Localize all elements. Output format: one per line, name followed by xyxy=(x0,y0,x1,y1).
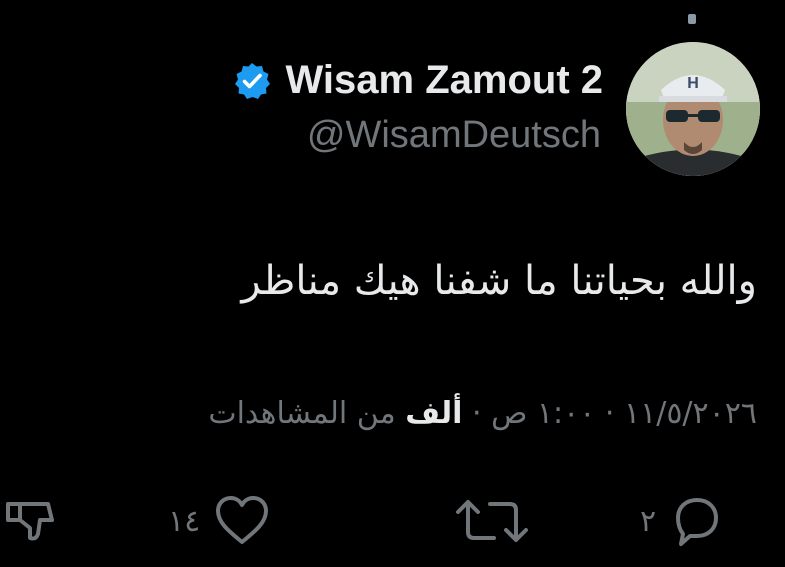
tweet-text: والله بحياتنا ما شفنا هيك مناظر xyxy=(241,258,757,304)
reply-button[interactable]: ٢ xyxy=(640,490,728,552)
reply-count: ٢ xyxy=(640,503,657,539)
retweet-button[interactable] xyxy=(452,490,532,552)
svg-text:H: H xyxy=(687,75,699,92)
share-icon xyxy=(0,490,60,552)
share-button[interactable] xyxy=(0,490,60,552)
heart-icon xyxy=(210,490,274,552)
user-handle[interactable]: @WisamDeutsch xyxy=(307,114,601,157)
like-button[interactable]: ١٤ xyxy=(168,490,274,552)
reply-icon xyxy=(666,490,728,552)
display-name[interactable]: Wisam Zamout 2 xyxy=(286,58,603,103)
timestamp[interactable]: ١١/٥/٢٠٢٦ · ١:٠٠ ص xyxy=(491,396,757,431)
retweet-icon xyxy=(452,490,532,552)
avatar[interactable]: H xyxy=(626,42,760,176)
overflow-menu-indicator[interactable] xyxy=(688,14,696,24)
display-name-row[interactable]: Wisam Zamout 2 xyxy=(232,58,603,103)
tweet-metadata: ١١/٥/٢٠٢٦ · ١:٠٠ ص · ألف من المشاهدات xyxy=(208,396,757,431)
verified-badge-icon xyxy=(232,61,272,101)
views-label: من المشاهدات xyxy=(208,396,396,431)
views-count: ألف xyxy=(405,396,463,431)
meta-separator: · xyxy=(472,396,482,431)
like-count: ١٤ xyxy=(168,503,201,539)
action-bar: ٢ ١٤ xyxy=(0,490,785,550)
